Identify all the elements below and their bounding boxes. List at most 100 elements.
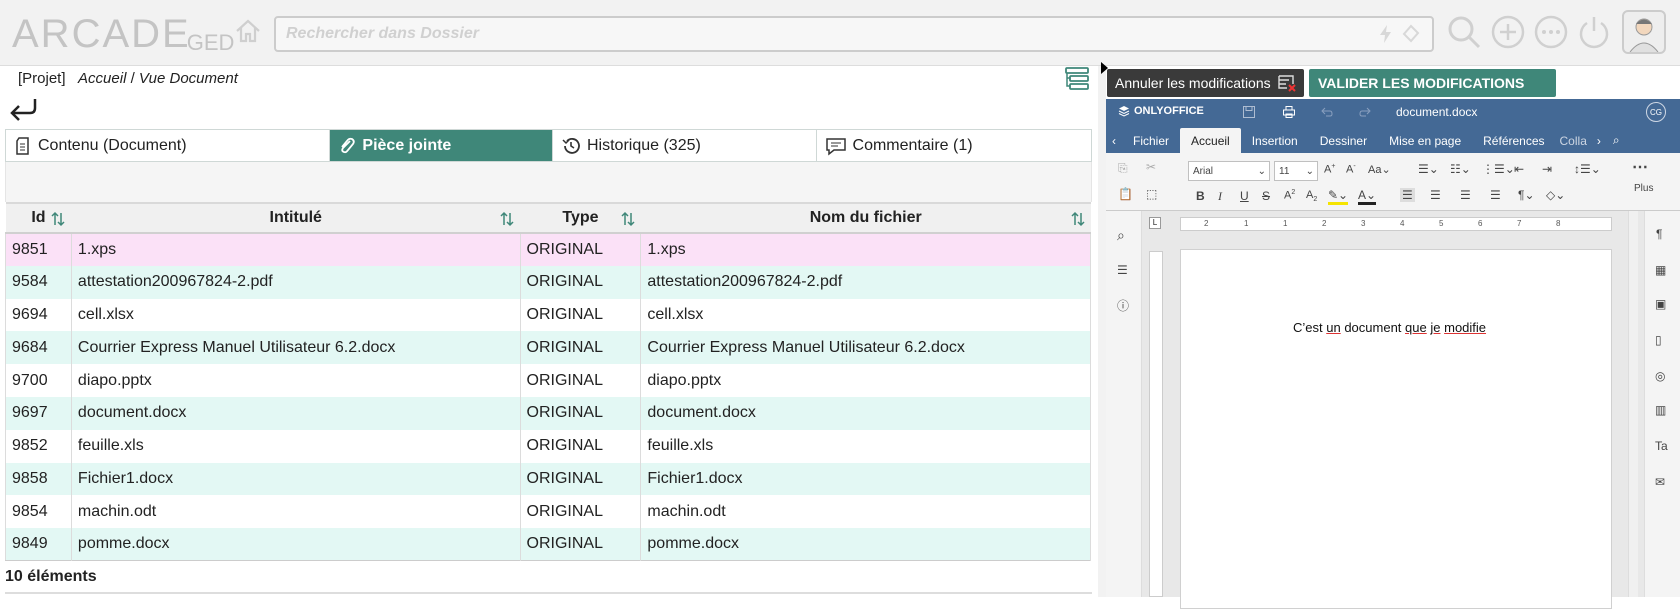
- document-text[interactable]: C’est un document que je modifie: [1293, 320, 1486, 335]
- about-icon[interactable]: ⓘ: [1117, 297, 1129, 314]
- image-settings-icon[interactable]: ▣: [1655, 297, 1666, 311]
- table-row[interactable]: 9851 1.xps ORIGINAL 1.xps: [5, 233, 1091, 266]
- decrease-indent-icon[interactable]: ⇤: [1514, 162, 1524, 176]
- cancel-changes-button[interactable]: Annuler les modifications: [1107, 69, 1304, 97]
- line-spacing-icon[interactable]: ↕☰⌄: [1574, 162, 1601, 176]
- undo-icon[interactable]: [1320, 105, 1334, 119]
- table-row[interactable]: 9854 machin.odt ORIGINAL machin.odt: [5, 495, 1091, 529]
- editor-tab-layout[interactable]: Mise en page: [1378, 128, 1472, 153]
- tab-content[interactable]: Contenu (Document): [6, 130, 331, 161]
- justify-icon[interactable]: ☰: [1490, 188, 1501, 202]
- editor-tab-insert[interactable]: Insertion: [1241, 128, 1309, 153]
- table-row[interactable]: 9584 attestation200967824-2.pdf ORIGINAL at…: [5, 265, 1091, 299]
- more-icon[interactable]: [1533, 14, 1569, 50]
- strikethrough-icon[interactable]: S: [1262, 189, 1270, 203]
- table-row[interactable]: 9700 diapo.pptx ORIGINAL diapo.pptx: [5, 364, 1091, 397]
- table-row[interactable]: 9858 Fichier1.docx ORIGINAL Fichier1.docx: [5, 462, 1091, 496]
- user-avatar[interactable]: [1622, 10, 1666, 54]
- multilevel-list-icon[interactable]: ⋮☰⌄: [1482, 162, 1515, 176]
- vertical-ruler[interactable]: [1149, 251, 1163, 597]
- more-icon[interactable]: ⋯: [1632, 157, 1648, 177]
- table-row[interactable]: 9697 document.docx ORIGINAL document.docx: [5, 396, 1091, 430]
- shading-icon[interactable]: ◇⌄: [1546, 188, 1565, 202]
- column-header-id[interactable]: Id: [5, 202, 72, 234]
- bullet-list-icon[interactable]: ☰⌄: [1418, 162, 1439, 176]
- breadcrumb-home[interactable]: Accueil: [78, 70, 126, 87]
- navigation-icon[interactable]: ☰: [1117, 263, 1128, 277]
- mail-merge-icon[interactable]: ✉: [1655, 475, 1665, 489]
- paste-icon[interactable]: 📋: [1118, 187, 1133, 201]
- redo-icon[interactable]: [1358, 105, 1372, 119]
- subscript-icon[interactable]: A2: [1306, 189, 1317, 203]
- save-icon[interactable]: [1242, 105, 1256, 119]
- editor-tab-draw[interactable]: Dessiner: [1309, 128, 1378, 153]
- font-name-select[interactable]: Arial ⌄: [1188, 161, 1270, 181]
- superscript-icon[interactable]: A2: [1284, 189, 1295, 202]
- print-icon[interactable]: [1282, 105, 1296, 119]
- chart-settings-icon[interactable]: ▥: [1655, 403, 1666, 417]
- copy-icon[interactable]: ⎘: [1118, 161, 1128, 176]
- align-left-icon[interactable]: ☰: [1400, 188, 1415, 202]
- tree-view-icon[interactable]: [1064, 66, 1090, 90]
- column-header-filename[interactable]: Nom du fichier: [640, 202, 1091, 234]
- table-settings-icon[interactable]: ▦: [1655, 263, 1666, 277]
- user-initials-badge[interactable]: CG: [1646, 102, 1666, 122]
- app-logo[interactable]: ARCADE GED: [12, 10, 234, 55]
- bold-icon[interactable]: B: [1196, 189, 1205, 203]
- table-row[interactable]: 9694 cell.xlsx ORIGINAL cell.xlsx: [5, 298, 1091, 332]
- numbered-list-icon[interactable]: ☷⌄: [1450, 162, 1471, 176]
- shape-settings-icon[interactable]: ◎: [1655, 369, 1665, 383]
- search-icon[interactable]: [1446, 14, 1482, 50]
- highlight-color-icon[interactable]: ✎⌄: [1328, 188, 1349, 205]
- align-center-icon[interactable]: ☰: [1430, 188, 1441, 202]
- tab-attachment[interactable]: Pièce jointe: [330, 130, 553, 161]
- font-color-icon[interactable]: A⌄: [1358, 188, 1377, 205]
- tab-history[interactable]: Historique (325): [553, 130, 817, 161]
- editor-tab-collaboration[interactable]: Colla: [1556, 128, 1591, 153]
- text-art-icon[interactable]: Ta: [1655, 439, 1668, 453]
- power-icon[interactable]: [1576, 14, 1612, 50]
- find-icon[interactable]: ⌕: [1117, 227, 1125, 244]
- change-case-icon[interactable]: Aa⌄: [1368, 163, 1391, 176]
- select-all-icon[interactable]: ⬚: [1146, 187, 1157, 201]
- sort-icon[interactable]: [500, 211, 514, 227]
- column-header-title[interactable]: Intitulé: [71, 202, 521, 234]
- table-row[interactable]: 9684 Courrier Express Manuel Utilisateur …: [5, 331, 1091, 365]
- italic-icon[interactable]: I: [1218, 189, 1222, 204]
- back-arrow-icon[interactable]: [8, 96, 38, 122]
- align-right-icon[interactable]: ☰: [1460, 188, 1471, 202]
- editor-tab-file[interactable]: Fichier: [1122, 128, 1180, 153]
- underline-icon[interactable]: U: [1240, 189, 1249, 203]
- editor-search-icon[interactable]: ⌕: [1607, 128, 1626, 153]
- editor-tab-references[interactable]: Références: [1472, 128, 1555, 153]
- tab-scroll-left-icon[interactable]: ‹: [1106, 128, 1122, 153]
- column-header-type[interactable]: Type: [520, 202, 641, 234]
- sort-icon[interactable]: [1070, 211, 1085, 227]
- vertical-scrollbar[interactable]: [1628, 211, 1638, 597]
- lightning-icon[interactable]: [1378, 24, 1394, 44]
- tag-icon[interactable]: [1402, 24, 1420, 44]
- header-footer-icon[interactable]: ▯: [1655, 333, 1662, 347]
- cut-icon[interactable]: ✂: [1146, 160, 1156, 174]
- tab-scroll-right-icon[interactable]: ›: [1591, 128, 1607, 153]
- table-row[interactable]: 9849 pomme.docx ORIGINAL pomme.docx: [5, 528, 1091, 561]
- paragraph-settings-icon[interactable]: ¶: [1656, 227, 1662, 241]
- more-label[interactable]: Plus: [1634, 183, 1653, 194]
- font-size-select[interactable]: 11 ⌄: [1274, 161, 1318, 181]
- increase-indent-icon[interactable]: ⇥: [1542, 162, 1552, 176]
- add-icon[interactable]: [1490, 14, 1526, 50]
- table-row[interactable]: 9852 feuille.xls ORIGINAL feuille.xls: [5, 429, 1091, 463]
- panel-splitter[interactable]: [1098, 66, 1106, 597]
- editor-tab-home[interactable]: Accueil: [1180, 128, 1241, 153]
- increase-font-icon[interactable]: A+: [1324, 163, 1335, 176]
- tab-stop-icon[interactable]: L: [1149, 217, 1161, 229]
- sort-icon[interactable]: [51, 211, 65, 227]
- paragraph-marks-icon[interactable]: ¶⌄: [1518, 188, 1535, 202]
- search-input[interactable]: [286, 25, 1336, 43]
- tab-comment[interactable]: Commentaire (1): [816, 130, 1092, 161]
- sort-icon[interactable]: [621, 211, 635, 227]
- horizontal-ruler[interactable]: 2 1 1 2 3 4 5 6 7 8: [1180, 217, 1612, 231]
- home-icon[interactable]: [234, 17, 262, 45]
- document-page[interactable]: C’est un document que je modifie: [1180, 249, 1612, 609]
- validate-changes-button[interactable]: VALIDER LES MODIFICATIONS: [1309, 69, 1556, 97]
